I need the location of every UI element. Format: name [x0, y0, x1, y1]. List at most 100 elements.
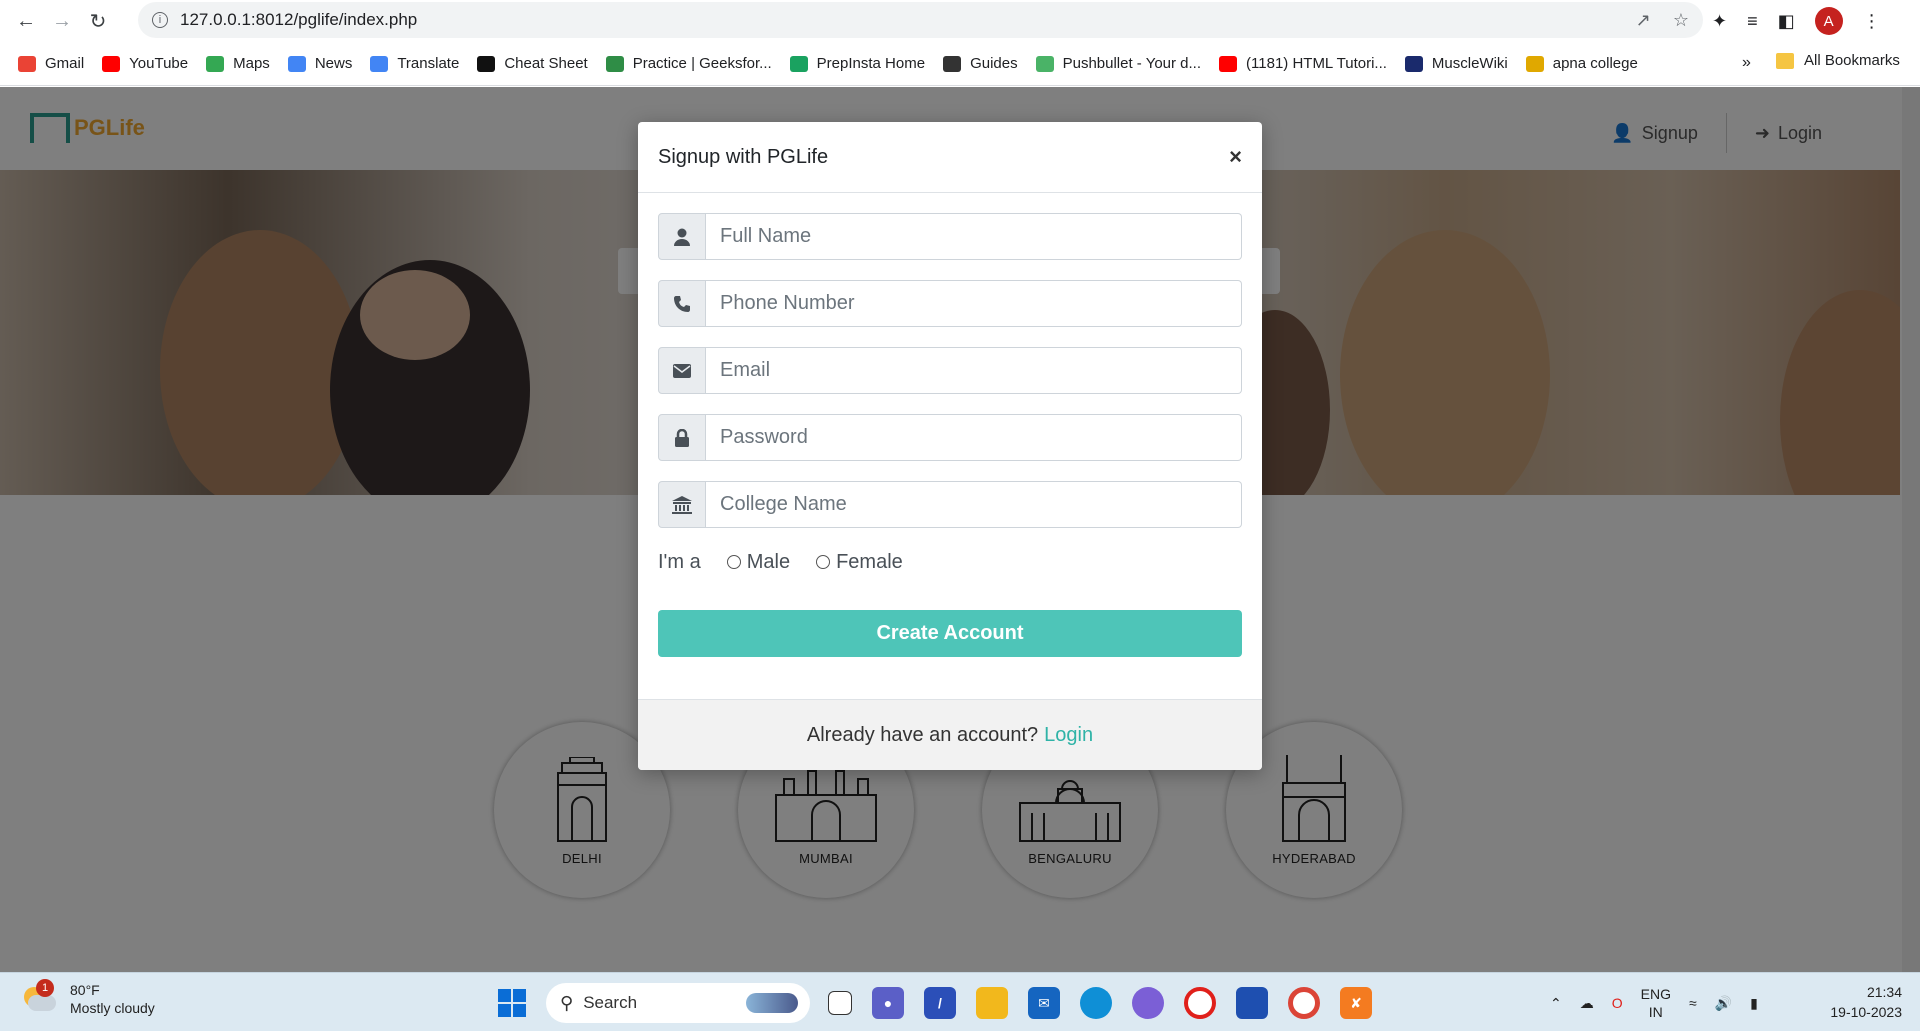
bookmark-label: MuscleWiki: [1431, 55, 1508, 72]
search-icon: ⚲: [560, 992, 574, 1013]
bookmark-label: Cheat Sheet: [504, 55, 588, 72]
chrome-icon[interactable]: [1288, 987, 1320, 1019]
windows-start-icon[interactable]: [498, 989, 526, 1017]
chat-icon[interactable]: ●: [872, 987, 904, 1019]
extensions-icon[interactable]: ✦: [1712, 11, 1727, 32]
vscode-like-icon[interactable]: /: [924, 987, 956, 1019]
phone-input[interactable]: [706, 280, 1242, 327]
modal-header: Signup with PGLife ×: [638, 122, 1262, 193]
address-bar[interactable]: i 127.0.0.1:8012/pglife/index.php ↗ ☆: [138, 2, 1703, 38]
bookmark-label: PrepInsta Home: [816, 55, 926, 72]
site-info-icon[interactable]: i: [152, 12, 168, 28]
news-icon: [287, 55, 306, 72]
clock-time: 21:34: [1866, 984, 1902, 1000]
lang-top: ENG: [1640, 986, 1671, 1002]
email-input[interactable]: [706, 347, 1242, 394]
page-viewport: PGLife 👤 Signup ➜ Login: [0, 87, 1920, 972]
gmail-icon: [18, 55, 36, 72]
screen: ← → ↻ i 127.0.0.1:8012/pglife/index.php …: [0, 0, 1920, 1031]
full-name-input[interactable]: [706, 213, 1242, 260]
bookmark-item[interactable]: YouTube: [102, 55, 188, 72]
forward-icon[interactable]: →: [44, 3, 80, 39]
bookmarks-overflow-button[interactable]: »: [1742, 54, 1751, 72]
onedrive-icon[interactable]: ☁: [1580, 995, 1594, 1012]
xampp-icon[interactable]: ✘: [1340, 987, 1372, 1019]
bookmark-label: Maps: [233, 55, 270, 72]
envelope-icon: [658, 347, 706, 394]
bookmark-item[interactable]: Guides: [943, 55, 1018, 72]
chevron-up-icon[interactable]: ⌃: [1550, 995, 1562, 1012]
bookmark-item[interactable]: News: [287, 55, 352, 72]
url-text[interactable]: 127.0.0.1:8012/pglife/index.php: [180, 10, 417, 30]
bookmark-item[interactable]: Practice | Geeksfor...: [605, 55, 772, 72]
system-tray: ⌃ ☁ O ENG IN ≈ 🔊 ▮: [1550, 983, 1758, 1023]
bookmark-item[interactable]: apna college: [1525, 55, 1638, 72]
clock[interactable]: 21:34 19-10-2023: [1830, 982, 1902, 1022]
all-bookmarks-button[interactable]: All Bookmarks: [1776, 52, 1900, 69]
college-input[interactable]: [706, 481, 1242, 528]
bookmark-item[interactable]: Translate: [370, 55, 459, 72]
bookmark-item[interactable]: PrepInsta Home: [789, 55, 926, 72]
cheatsheet-icon: [477, 55, 496, 72]
taskbar-search[interactable]: ⚲ Search: [546, 983, 810, 1023]
opera-icon[interactable]: [1184, 987, 1216, 1019]
signup-modal: Signup with PGLife × Full Name Phone Num…: [638, 122, 1262, 770]
bookmark-item[interactable]: Cheat Sheet: [477, 55, 588, 72]
gender-male-option[interactable]: Male: [726, 551, 790, 574]
reading-list-icon[interactable]: ≡: [1747, 11, 1758, 32]
side-panel-icon[interactable]: ◧: [1778, 11, 1795, 32]
lock-icon: [658, 414, 706, 461]
profile-avatar[interactable]: A: [1814, 7, 1843, 35]
back-icon[interactable]: ←: [8, 3, 44, 39]
lang-bottom: IN: [1648, 1004, 1663, 1020]
reload-icon[interactable]: ↻: [80, 3, 116, 39]
weather-condition: Mostly cloudy: [70, 1000, 155, 1016]
bookmark-label: Translate: [397, 55, 460, 72]
bookmark-item[interactable]: (1181) HTML Tutori...: [1219, 55, 1387, 72]
email-group: [658, 347, 1242, 394]
female-radio[interactable]: [816, 555, 831, 569]
male-label[interactable]: Male: [747, 551, 790, 574]
store-icon[interactable]: [1236, 987, 1268, 1019]
opera-tray-icon[interactable]: O: [1612, 995, 1623, 1011]
language-indicator[interactable]: ENG IN: [1641, 985, 1671, 1021]
weather-widget[interactable]: 1 80°F Mostly cloudy: [20, 979, 155, 1017]
bookmark-item[interactable]: Maps: [206, 55, 270, 72]
geeksforgeeks-icon: [605, 55, 624, 72]
search-label: Search: [583, 993, 638, 1012]
volume-icon[interactable]: 🔊: [1715, 995, 1732, 1012]
gender-row: I'm a Male Female: [658, 548, 1242, 576]
footer-text: Already have an account?: [806, 723, 1039, 746]
create-account-button[interactable]: Create Account: [658, 610, 1242, 657]
edge-icon[interactable]: [1080, 987, 1112, 1019]
apnacollege-icon: [1525, 55, 1544, 72]
close-icon[interactable]: ×: [1229, 144, 1242, 170]
password-input[interactable]: [706, 414, 1242, 461]
bookmark-item[interactable]: Gmail: [18, 55, 84, 72]
mail-icon[interactable]: ✉: [1028, 987, 1060, 1019]
phone-icon: [658, 280, 706, 327]
weather-badge: 1: [36, 979, 54, 997]
file-explorer-icon[interactable]: [976, 987, 1008, 1019]
female-label[interactable]: Female: [836, 551, 903, 574]
phone-group: [658, 280, 1242, 327]
bookmark-label: apna college: [1552, 55, 1638, 72]
bookmark-label: YouTube: [129, 55, 189, 72]
musclewiki-icon: [1404, 55, 1423, 72]
share-icon[interactable]: ↗: [1636, 10, 1651, 31]
copilot-icon[interactable]: [1132, 987, 1164, 1019]
bookmark-item[interactable]: MuscleWiki: [1404, 55, 1508, 72]
menu-icon[interactable]: ⋮: [1863, 11, 1881, 32]
bookmark-star-icon[interactable]: ☆: [1673, 10, 1689, 31]
gender-female-option[interactable]: Female: [816, 551, 903, 574]
bookmark-item[interactable]: Pushbullet - Your d...: [1035, 55, 1202, 72]
male-radio[interactable]: [726, 555, 741, 569]
weather-icon: 1: [20, 979, 56, 1013]
task-view-icon[interactable]: [828, 991, 852, 1015]
browser-toolbar: ← → ↻ i 127.0.0.1:8012/pglife/index.php …: [0, 0, 1920, 42]
bookmark-label: Pushbullet - Your d...: [1062, 55, 1202, 72]
full-name-group: [658, 213, 1242, 260]
login-link[interactable]: Login: [1044, 724, 1093, 747]
wifi-icon[interactable]: ≈: [1689, 995, 1697, 1011]
battery-icon[interactable]: ▮: [1750, 995, 1758, 1012]
